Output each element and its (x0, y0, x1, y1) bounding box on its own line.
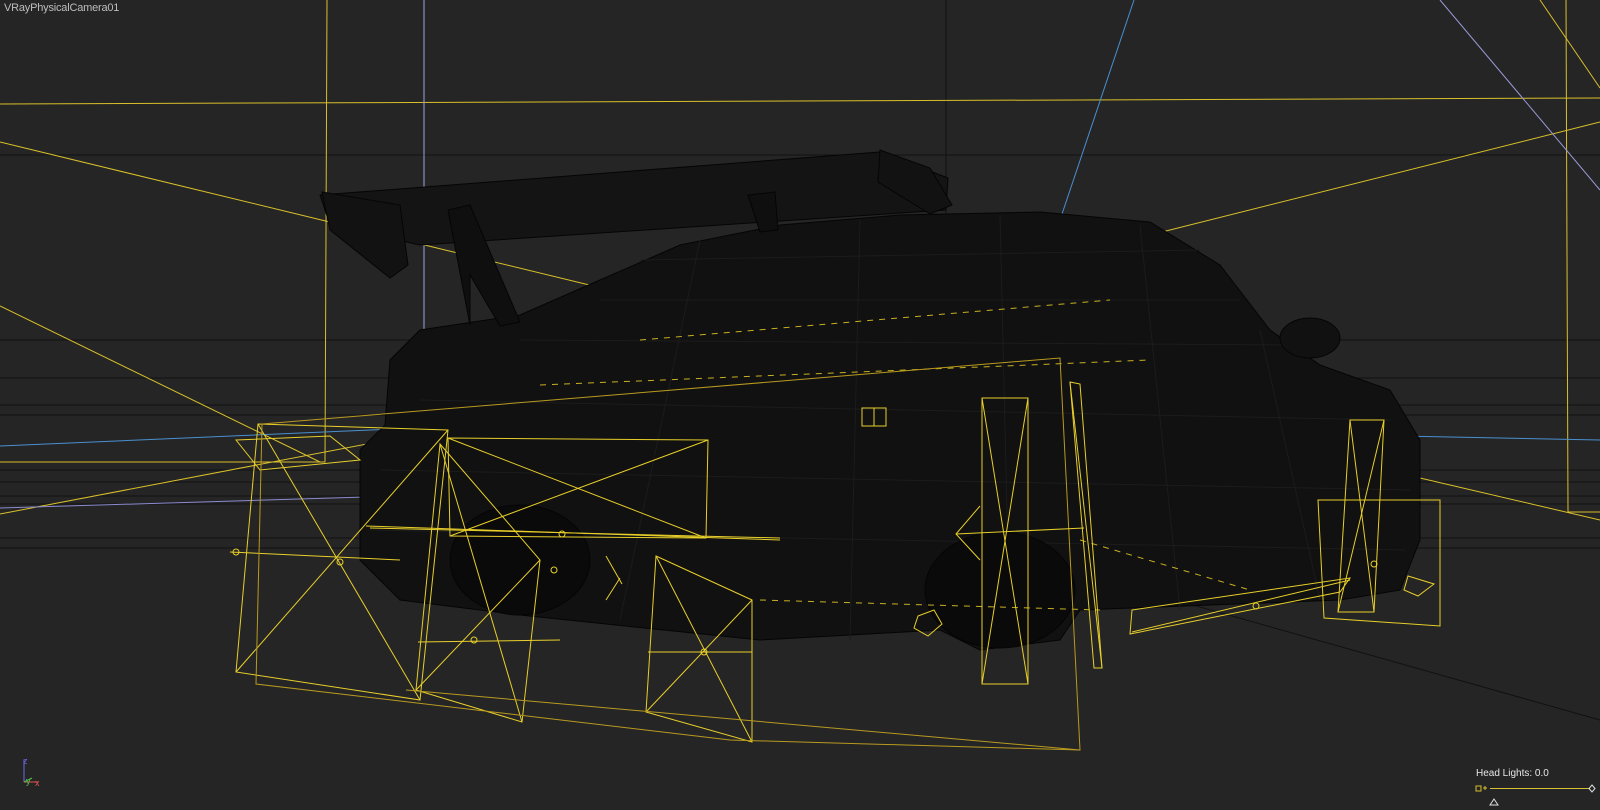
head-lights-control: Head Lights: 0.0 (1474, 766, 1598, 806)
axis-z-label: z (23, 756, 28, 766)
slider-min-icon (1475, 785, 1482, 792)
viewport-camera-label[interactable]: VRayPhysicalCamera01 (4, 2, 119, 14)
head-lights-slider[interactable] (1474, 782, 1598, 806)
head-lights-label: Head Lights: 0.0 (1476, 768, 1549, 779)
axis-tripod-icon: z y x (14, 752, 54, 792)
slider-thumb-icon (1489, 798, 1499, 806)
axis-y-label: y (26, 776, 31, 786)
wireframe-scene[interactable] (0, 0, 1600, 810)
camera-viewport[interactable]: VRayPhysicalCamera01 z y x Head Lights: … (0, 0, 1600, 810)
car-wireframe[interactable] (319, 149, 1421, 651)
axis-x-label: x (35, 778, 40, 788)
